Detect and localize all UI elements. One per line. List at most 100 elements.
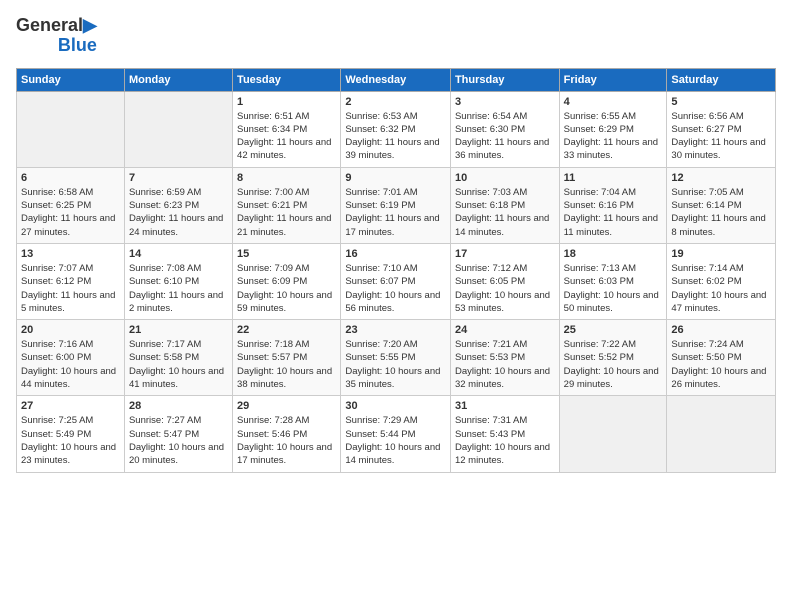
day-number: 12 [671,172,771,184]
calendar-cell: 1 Sunrise: 6:51 AM Sunset: 6:34 PM Daylig… [233,91,341,167]
day-info: Sunrise: 7:10 AM Sunset: 6:07 PM Dayligh… [345,262,446,315]
calendar-week-3: 13 Sunrise: 7:07 AM Sunset: 6:12 PM Dayli… [17,243,776,319]
day-info: Sunrise: 7:21 AM Sunset: 5:53 PM Dayligh… [455,338,555,391]
day-info: Sunrise: 7:20 AM Sunset: 5:55 PM Dayligh… [345,338,446,391]
day-info: Sunrise: 7:00 AM Sunset: 6:21 PM Dayligh… [237,186,336,239]
day-info: Sunrise: 6:59 AM Sunset: 6:23 PM Dayligh… [129,186,228,239]
day-info: Sunrise: 7:14 AM Sunset: 6:02 PM Dayligh… [671,262,771,315]
calendar-cell: 2Sunrise: 6:53 AM Sunset: 6:32 PM Daylig… [341,91,451,167]
calendar-cell [559,396,667,472]
calendar-cell: 20Sunrise: 7:16 AM Sunset: 6:00 PM Dayli… [17,320,125,396]
page-header: General▶ Blue [16,16,776,56]
day-number: 23 [345,324,446,336]
day-number: 28 [129,400,228,412]
day-info: Sunrise: 7:29 AM Sunset: 5:44 PM Dayligh… [345,414,446,467]
day-info: Sunrise: 6:58 AM Sunset: 6:25 PM Dayligh… [21,186,120,239]
day-info: Sunrise: 7:01 AM Sunset: 6:19 PM Dayligh… [345,186,446,239]
calendar-cell [17,91,125,167]
day-info: Sunrise: 7:28 AM Sunset: 5:46 PM Dayligh… [237,414,336,467]
day-info: Sunrise: 7:17 AM Sunset: 5:58 PM Dayligh… [129,338,228,391]
day-number: 16 [345,248,446,260]
day-number: 7 [129,172,228,184]
calendar-cell: 25Sunrise: 7:22 AM Sunset: 5:52 PM Dayli… [559,320,667,396]
calendar-table: SundayMondayTuesdayWednesdayThursdayFrid… [16,68,776,473]
day-number: 5 [671,96,771,108]
calendar-cell: 14 Sunrise: 7:08 AM Sunset: 6:10 PM Dayli… [124,243,232,319]
day-number: 17 [455,248,555,260]
calendar-cell: 9Sunrise: 7:01 AM Sunset: 6:19 PM Daylig… [341,167,451,243]
calendar-cell: 21 Sunrise: 7:17 AM Sunset: 5:58 PM Dayli… [124,320,232,396]
calendar-cell: 26Sunrise: 7:24 AM Sunset: 5:50 PM Dayli… [667,320,776,396]
calendar-cell: 13 Sunrise: 7:07 AM Sunset: 6:12 PM Dayli… [17,243,125,319]
calendar-cell: 24 Sunrise: 7:21 AM Sunset: 5:53 PM Dayli… [450,320,559,396]
col-header-thursday: Thursday [450,68,559,91]
col-header-saturday: Saturday [667,68,776,91]
day-number: 21 [129,324,228,336]
calendar-cell: 31Sunrise: 7:31 AM Sunset: 5:43 PM Dayli… [450,396,559,472]
col-header-wednesday: Wednesday [341,68,451,91]
day-number: 1 [237,96,336,108]
day-info: Sunrise: 6:51 AM Sunset: 6:34 PM Dayligh… [237,110,336,163]
calendar-cell: 11Sunrise: 7:04 AM Sunset: 6:16 PM Dayli… [559,167,667,243]
day-number: 26 [671,324,771,336]
day-info: Sunrise: 6:54 AM Sunset: 6:30 PM Dayligh… [455,110,555,163]
day-number: 20 [21,324,120,336]
day-number: 27 [21,400,120,412]
calendar-cell: 17 Sunrise: 7:12 AM Sunset: 6:05 PM Dayli… [450,243,559,319]
day-number: 8 [237,172,336,184]
day-info: Sunrise: 7:08 AM Sunset: 6:10 PM Dayligh… [129,262,228,315]
logo-text-line2: Blue [58,36,97,56]
col-header-sunday: Sunday [17,68,125,91]
calendar-cell: 19 Sunrise: 7:14 AM Sunset: 6:02 PM Dayli… [667,243,776,319]
calendar-cell: 30 Sunrise: 7:29 AM Sunset: 5:44 PM Dayli… [341,396,451,472]
col-header-tuesday: Tuesday [233,68,341,91]
calendar-cell: 22 Sunrise: 7:18 AM Sunset: 5:57 PM Dayli… [233,320,341,396]
day-info: Sunrise: 6:55 AM Sunset: 6:29 PM Dayligh… [564,110,663,163]
calendar-cell: 5 Sunrise: 6:56 AM Sunset: 6:27 PM Daylig… [667,91,776,167]
day-number: 30 [345,400,446,412]
day-info: Sunrise: 7:04 AM Sunset: 6:16 PM Dayligh… [564,186,663,239]
calendar-cell: 7 Sunrise: 6:59 AM Sunset: 6:23 PM Daylig… [124,167,232,243]
day-number: 19 [671,248,771,260]
calendar-week-5: 27 Sunrise: 7:25 AM Sunset: 5:49 PM Dayli… [17,396,776,472]
calendar-cell: 16 Sunrise: 7:10 AM Sunset: 6:07 PM Dayli… [341,243,451,319]
day-number: 24 [455,324,555,336]
calendar-cell: 4 Sunrise: 6:55 AM Sunset: 6:29 PM Daylig… [559,91,667,167]
day-info: Sunrise: 7:03 AM Sunset: 6:18 PM Dayligh… [455,186,555,239]
calendar-cell: 28 Sunrise: 7:27 AM Sunset: 5:47 PM Dayli… [124,396,232,472]
day-info: Sunrise: 7:07 AM Sunset: 6:12 PM Dayligh… [21,262,120,315]
day-number: 13 [21,248,120,260]
calendar-cell [124,91,232,167]
day-number: 15 [237,248,336,260]
day-info: Sunrise: 6:53 AM Sunset: 6:32 PM Dayligh… [345,110,446,163]
day-info: Sunrise: 7:09 AM Sunset: 6:09 PM Dayligh… [237,262,336,315]
day-info: Sunrise: 7:12 AM Sunset: 6:05 PM Dayligh… [455,262,555,315]
day-info: Sunrise: 7:27 AM Sunset: 5:47 PM Dayligh… [129,414,228,467]
day-number: 4 [564,96,663,108]
calendar-week-1: 1 Sunrise: 6:51 AM Sunset: 6:34 PM Daylig… [17,91,776,167]
calendar-cell: 18Sunrise: 7:13 AM Sunset: 6:03 PM Dayli… [559,243,667,319]
day-info: Sunrise: 6:56 AM Sunset: 6:27 PM Dayligh… [671,110,771,163]
day-number: 29 [237,400,336,412]
day-number: 31 [455,400,555,412]
calendar-cell: 3 Sunrise: 6:54 AM Sunset: 6:30 PM Daylig… [450,91,559,167]
calendar-cell [667,396,776,472]
day-number: 22 [237,324,336,336]
day-info: Sunrise: 7:25 AM Sunset: 5:49 PM Dayligh… [21,414,120,467]
col-header-friday: Friday [559,68,667,91]
day-number: 25 [564,324,663,336]
calendar-week-4: 20Sunrise: 7:16 AM Sunset: 6:00 PM Dayli… [17,320,776,396]
col-header-monday: Monday [124,68,232,91]
calendar-week-2: 6 Sunrise: 6:58 AM Sunset: 6:25 PM Daylig… [17,167,776,243]
day-number: 18 [564,248,663,260]
calendar-cell: 10Sunrise: 7:03 AM Sunset: 6:18 PM Dayli… [450,167,559,243]
day-number: 3 [455,96,555,108]
day-info: Sunrise: 7:18 AM Sunset: 5:57 PM Dayligh… [237,338,336,391]
day-info: Sunrise: 7:05 AM Sunset: 6:14 PM Dayligh… [671,186,771,239]
logo-text-line1: General▶ [16,16,97,36]
calendar-cell: 8 Sunrise: 7:00 AM Sunset: 6:21 PM Daylig… [233,167,341,243]
logo: General▶ Blue [16,16,97,56]
day-number: 6 [21,172,120,184]
day-number: 14 [129,248,228,260]
calendar-cell: 12 Sunrise: 7:05 AM Sunset: 6:14 PM Dayli… [667,167,776,243]
